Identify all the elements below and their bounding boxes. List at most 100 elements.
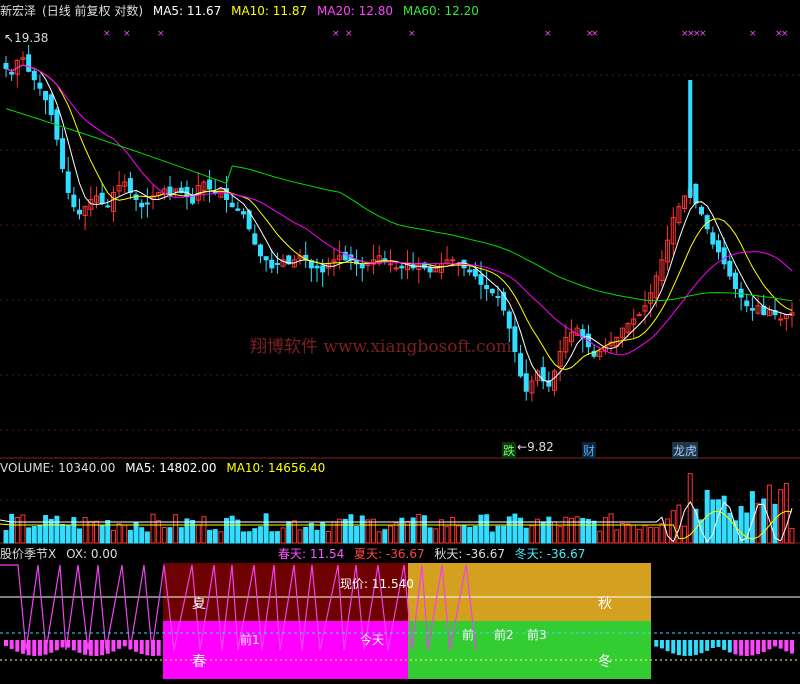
season-histogram-bar: [722, 640, 727, 650]
season-histogram-bar: [750, 640, 755, 656]
autumn-value: 秋天: -36.67: [434, 547, 505, 561]
volume-bar: [557, 526, 563, 544]
candle-body: [207, 179, 213, 190]
volume-bar: [421, 515, 427, 544]
season-header: 股价季节X OX: 0.00: [0, 545, 124, 562]
volume-bar: [263, 513, 269, 544]
event-x-marker: ×: [591, 29, 599, 39]
season-histogram-bar: [145, 640, 150, 656]
autumn-box-label: 秋: [598, 596, 612, 612]
candle-body: [484, 285, 490, 290]
candle-body: [257, 244, 263, 257]
event-x-marker: ×: [699, 29, 707, 39]
candle-body: [636, 314, 642, 317]
volume-bar: [563, 516, 569, 544]
volume-bar: [48, 518, 54, 544]
volume-bar: [619, 522, 625, 544]
season-histogram-bar: [88, 640, 93, 656]
season-histogram-bar: [77, 640, 82, 653]
winter-value: 冬天: -36.67: [514, 547, 586, 561]
volume-bar: [167, 527, 173, 544]
volume-bar: [591, 520, 597, 544]
volume-bar: [252, 528, 258, 544]
ma60-label: MA60: 12.20: [402, 4, 479, 18]
candle-body: [778, 318, 784, 321]
candle-body: [388, 263, 394, 266]
event-tag-fall[interactable]: 跌: [502, 442, 517, 459]
candle-body: [506, 311, 512, 329]
prev-label-b: 前2: [494, 628, 514, 642]
season-histogram-bar: [693, 640, 698, 655]
event-x-marker: ×: [103, 29, 111, 39]
candle-body: [427, 267, 433, 273]
volume-bar: [133, 522, 139, 544]
volume-bar: [14, 516, 20, 544]
candle-body: [269, 259, 275, 269]
volume-bar: [585, 519, 591, 544]
candle-body: [710, 232, 716, 245]
ma10-label: MA10: 11.87: [231, 4, 308, 18]
season-histogram-bar: [4, 640, 8, 646]
season-histogram-bar: [773, 640, 778, 647]
event-tag-dragon-tiger[interactable]: 龙虎: [672, 442, 699, 459]
spike-candle: [688, 80, 693, 198]
season-histogram-bar: [761, 640, 766, 652]
candle-body: [133, 194, 139, 201]
season-histogram-bar: [26, 640, 31, 656]
spring-value: 春天: 11.54: [278, 547, 345, 561]
volume-bar: [122, 524, 128, 544]
season-histogram-bar: [9, 640, 14, 649]
candle-body: [693, 183, 699, 204]
stock-name: 新宏泽: [0, 4, 37, 18]
ma5-label: MA5: 11.67: [152, 4, 222, 18]
volume-bar: [99, 525, 105, 544]
high-value: 19.38: [14, 31, 49, 45]
volume-bar: [156, 520, 162, 544]
candle-body: [184, 186, 190, 197]
volume-bar: [427, 527, 433, 544]
candle-body: [744, 300, 750, 307]
volume-bar: [20, 514, 26, 544]
event-x-marker: ×: [781, 29, 789, 39]
candle-body: [393, 267, 399, 270]
volume-bar: [3, 530, 9, 544]
volume-bar: [82, 517, 88, 544]
volume-bar: [116, 523, 122, 544]
season-title: 股价季节X: [0, 547, 57, 561]
candle-body: [43, 91, 49, 101]
season-histogram-bar: [665, 640, 670, 652]
volume-bar: [195, 524, 201, 544]
event-x-marker: ×: [157, 29, 165, 39]
ma20-label: MA20: 12.80: [316, 4, 394, 18]
volume-bar: [602, 517, 608, 544]
volume-bar: [546, 516, 552, 544]
volume-bar: [37, 524, 43, 544]
volume-bar: [43, 515, 49, 544]
candle-body: [99, 192, 105, 204]
season-histogram-bar: [710, 640, 715, 648]
candle-body: [105, 205, 111, 208]
volume-bar: [337, 518, 343, 544]
volume-bar: [218, 531, 224, 544]
ma20-line: [5, 64, 793, 356]
season-histogram-bar: [111, 640, 116, 652]
candle-body: [478, 274, 484, 285]
volume-bar: [144, 531, 150, 544]
season-histogram-bar: [671, 640, 676, 654]
volume-bar: [274, 531, 280, 544]
candle-body: [359, 263, 365, 269]
candle-body: [26, 54, 32, 72]
volume-bar: [320, 522, 326, 544]
volume-bar: [506, 516, 512, 544]
candle-body: [252, 233, 258, 245]
season-histogram-bar: [105, 640, 110, 654]
candle-body: [77, 209, 83, 215]
candle-body: [727, 260, 733, 277]
volume-bar: [212, 529, 218, 544]
season-histogram-bar: [71, 640, 76, 651]
candle-body: [274, 262, 280, 265]
event-x-marker: ×: [345, 29, 353, 39]
candle-body: [699, 206, 705, 215]
event-tag-finance[interactable]: 财: [582, 442, 597, 459]
season-histogram-bar: [20, 640, 25, 654]
